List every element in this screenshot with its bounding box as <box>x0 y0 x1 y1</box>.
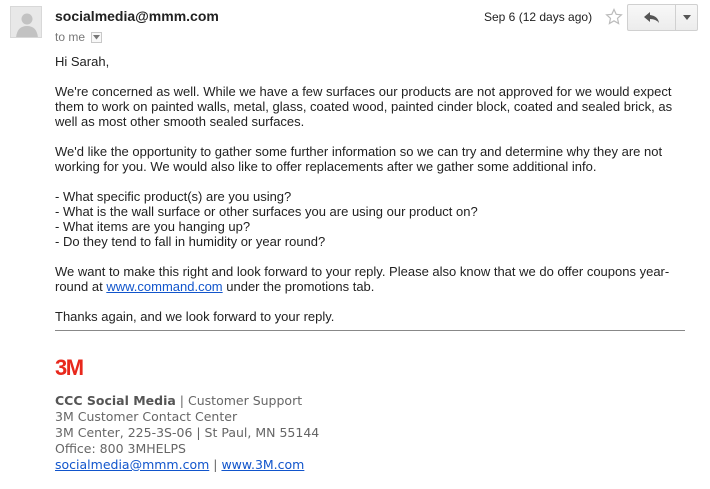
star-outline-icon <box>605 8 623 25</box>
greeting: Hi Sarah, <box>55 54 110 69</box>
list-item: - What specific product(s) are you using… <box>55 189 292 204</box>
3m-website-link[interactable]: www.3M.com <box>221 457 304 472</box>
list-item: - What is the wall surface or other surf… <box>55 204 478 219</box>
paragraph-coupons: We want to make this right and look forw… <box>55 264 685 294</box>
dropdown-arrow-icon <box>93 34 101 39</box>
signature-team: CCC Social Media <box>55 393 176 408</box>
signature-links: socialmedia@mmm.com | www.3M.com <box>55 457 319 473</box>
svg-text:3M: 3M <box>55 356 83 378</box>
coupons-text-end: under the promotions tab. <box>222 279 375 294</box>
reply-button-group <box>627 4 698 31</box>
recipient-line: to me <box>55 30 103 44</box>
message-date: Sep 6 (12 days ago) <box>484 10 593 24</box>
signature-office: Office: 800 3MHELPS <box>55 441 186 456</box>
signature-link-separator: | <box>209 457 222 472</box>
star-button[interactable] <box>605 8 623 31</box>
more-options-button[interactable] <box>676 5 697 30</box>
signature-center: 3M Customer Contact Center <box>55 409 238 424</box>
reply-button[interactable] <box>628 5 676 30</box>
signature-separator: | <box>175 393 188 408</box>
signature-address: 3M Center, 225-3S-06 | St Paul, MN 55144 <box>55 425 320 440</box>
command-website-link[interactable]: www.command.com <box>106 279 222 294</box>
sender-address[interactable]: socialmedia@mmm.com <box>55 8 219 24</box>
signature-block: CCC Social Media | Customer Support 3M C… <box>55 393 319 473</box>
chevron-down-icon <box>682 15 691 20</box>
message-body: Hi Sarah, We're concerned as well. While… <box>55 54 685 339</box>
signature-email-link[interactable]: socialmedia@mmm.com <box>55 457 209 472</box>
list-item: - What items are you hanging up? <box>55 219 251 234</box>
question-list: - What specific product(s) are you using… <box>55 189 685 249</box>
reply-arrow-icon <box>643 11 659 23</box>
person-silhouette-icon <box>11 7 41 37</box>
paragraph-info-request: We'd like the opportunity to gather some… <box>55 144 663 174</box>
recipient-label: to me <box>55 30 86 44</box>
paragraph-surfaces: We're concerned as well. While we have a… <box>55 84 673 129</box>
3m-logo: 3M <box>55 355 93 383</box>
signature-divider <box>55 330 685 331</box>
list-item: - Do they tend to fall in humidity or ye… <box>55 234 326 249</box>
signature-team-line: CCC Social Media | Customer Support <box>55 393 319 409</box>
show-details-button[interactable] <box>91 31 103 43</box>
signature-role: Customer Support <box>188 393 303 408</box>
sender-avatar[interactable] <box>10 6 42 38</box>
closing-line: Thanks again, and we look forward to you… <box>55 309 335 324</box>
